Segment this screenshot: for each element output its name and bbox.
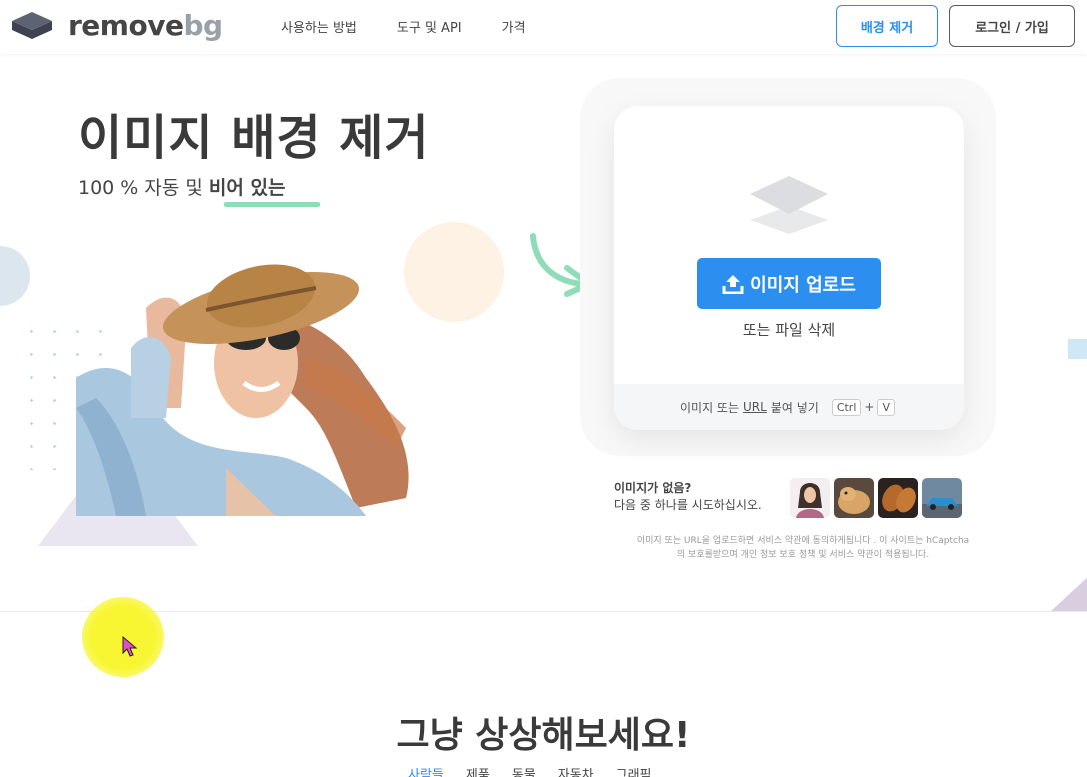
no-image-line1: 이미지가 없음? <box>614 481 692 495</box>
deco-square <box>1068 339 1087 359</box>
nav-tools-api[interactable]: 도구 및 API <box>397 17 462 36</box>
header: removebg 사용하는 방법 도구 및 API 가격 배경 제거 로그인 /… <box>0 0 1087 54</box>
disclaimer-line1: 이미지 또는 URL을 업로드하면 서비스 약관에 동의하게됩니다 . 이 사이… <box>636 536 970 546</box>
category-tabs: 사람들 제품 동물 자동차 그래픽 <box>408 764 674 777</box>
deco-circle-blue <box>0 246 30 306</box>
nav-pricing[interactable]: 가격 <box>502 17 526 36</box>
paste-prefix: 이미지 또는 <box>680 400 740 415</box>
sample-woman-thumbnail[interactable] <box>790 478 830 518</box>
tab-people[interactable]: 사람들 <box>408 764 444 777</box>
hero-subtitle: 100 % 자동 및 비어 있는 <box>78 173 285 200</box>
sample-dog-thumbnail[interactable] <box>834 478 874 518</box>
key-plus: + <box>864 400 875 414</box>
remove-background-button[interactable]: 배경 제거 <box>836 5 938 47</box>
section-title: 그냥 상상해보세요! <box>396 715 691 756</box>
upload-image-button[interactable]: 이미지 업로드 <box>697 258 881 309</box>
no-image-prompt: 이미지가 없음? 다음 중 하나를 시도하십시오. <box>614 480 762 514</box>
section-divider <box>0 611 1087 612</box>
paste-suffix: 붙여 넣기 <box>770 400 819 415</box>
sample-car-thumbnail[interactable] <box>922 478 962 518</box>
mouse-cursor-icon <box>122 636 138 657</box>
upload-icon <box>722 274 744 294</box>
tab-animals[interactable]: 동물 <box>512 764 536 777</box>
tab-products[interactable]: 제품 <box>466 764 490 777</box>
sample-thumbnails <box>790 478 966 518</box>
nav-how-it-works[interactable]: 사용하는 방법 <box>281 17 357 36</box>
logo-main-text: remove <box>68 9 184 42</box>
paste-url-link[interactable]: URL <box>743 400 767 414</box>
no-image-line2: 다음 중 하나를 시도하십시오. <box>614 498 762 512</box>
sample-bread-thumbnail[interactable] <box>878 478 918 518</box>
hero-subtitle-prefix: 100 % 자동 및 <box>78 177 209 199</box>
logo[interactable]: removebg <box>10 9 223 42</box>
main-nav: 사용하는 방법 도구 및 API 가격 <box>281 17 566 36</box>
tab-graphics[interactable]: 그래픽 <box>616 764 652 777</box>
login-signup-button[interactable]: 로그인 / 가입 <box>949 5 1075 47</box>
logo-wordmark: removebg <box>68 9 223 42</box>
layers-placeholder-icon <box>750 176 828 234</box>
logo-layers-icon <box>12 11 52 39</box>
hero-subtitle-highlight: 비어 있는 <box>208 177 286 199</box>
key-ctrl: Ctrl <box>831 398 862 416</box>
hero-title: 이미지 배경 제거 <box>78 110 430 166</box>
logo-bg-text: bg <box>183 9 223 42</box>
upload-card[interactable]: 이미지 업로드 또는 파일 삭제 이미지 또는 URL 붙여 넣기 Ctrl +… <box>614 106 964 430</box>
deco-corner-triangle <box>1050 575 1087 612</box>
drop-file-text: 또는 파일 삭제 <box>742 321 836 339</box>
paste-url-bar[interactable]: 이미지 또는 URL 붙여 넣기 Ctrl + V <box>614 384 964 430</box>
tab-cars[interactable]: 자동차 <box>558 764 594 777</box>
terms-disclaimer: 이미지 또는 URL을 업로드하면 서비스 약관에 동의하게됩니다 . 이 사이… <box>604 534 1002 562</box>
disclaimer-line2: 의 보호를받으며 개인 정보 보호 정책 및 서비스 약관이 적용됩니다. <box>676 550 930 560</box>
upload-button-label: 이미지 업로드 <box>750 274 856 296</box>
key-v: V <box>877 398 895 416</box>
highlight-underline <box>224 202 320 207</box>
hero-woman-photo <box>76 264 409 516</box>
